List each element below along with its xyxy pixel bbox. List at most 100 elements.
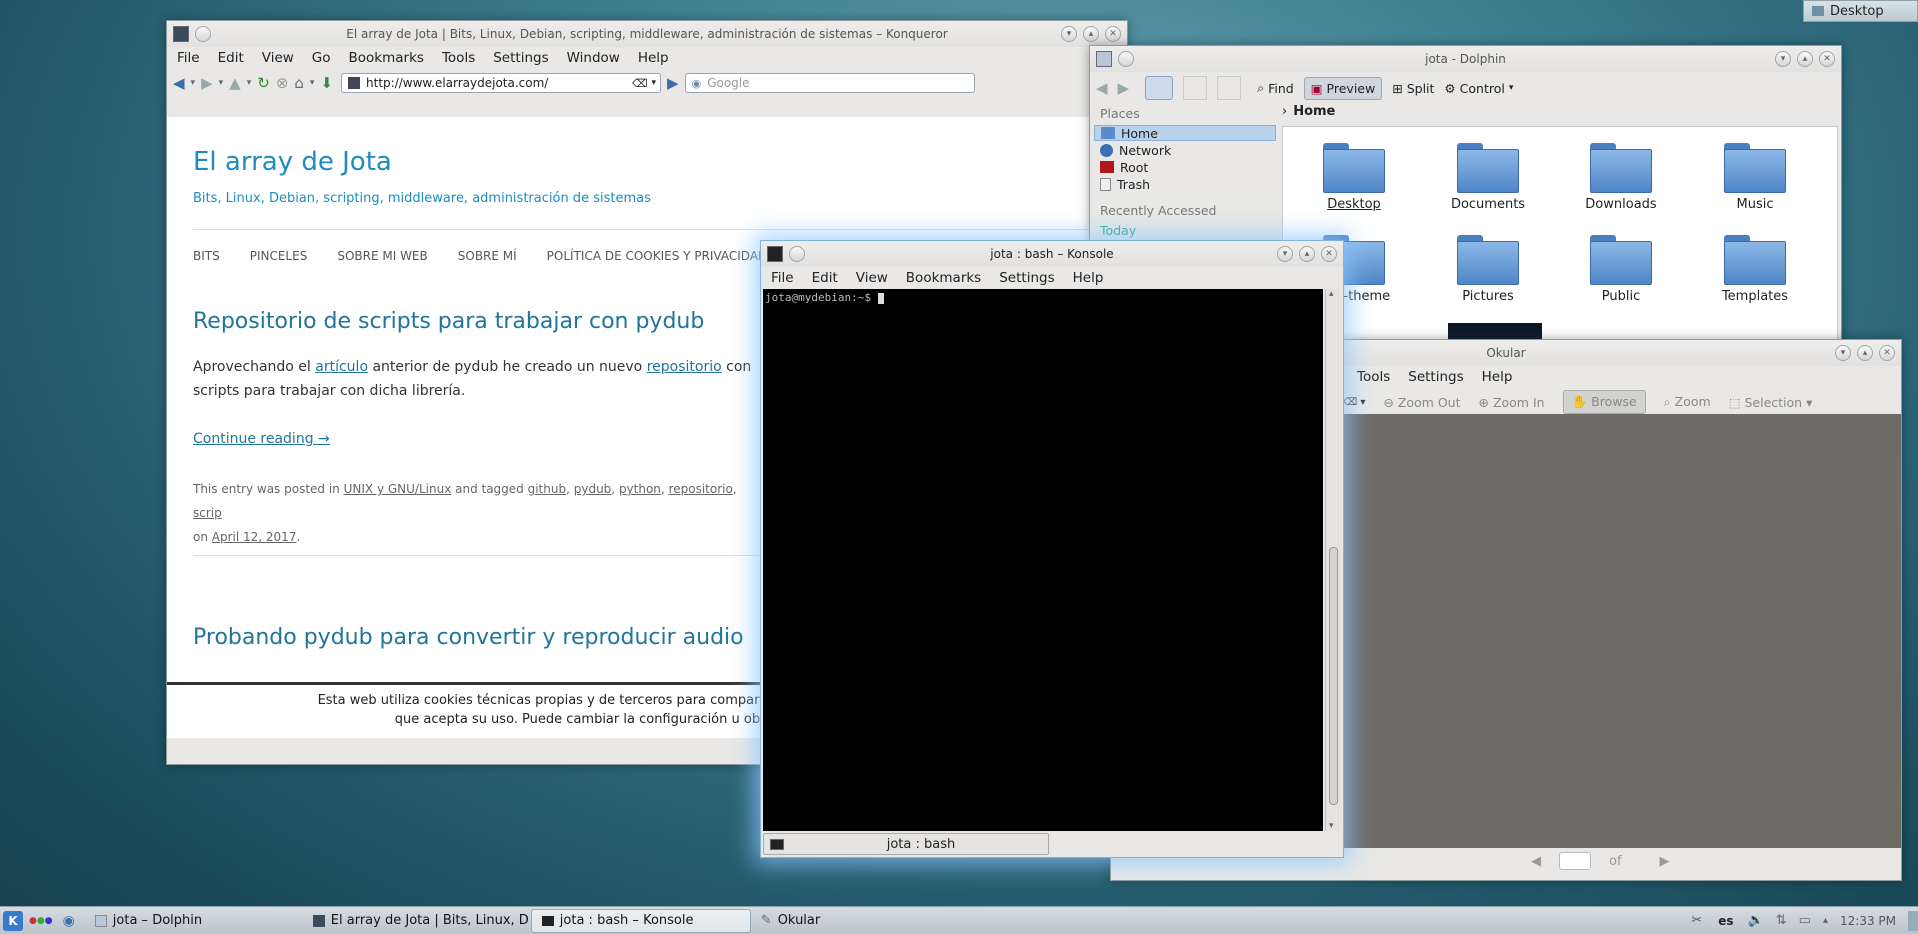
download-icon[interactable]: ⬇ xyxy=(320,74,333,92)
control-button[interactable]: ⚙ Control ▾ xyxy=(1444,81,1513,96)
terminal-area[interactable]: jota@mydebian:~$ xyxy=(763,289,1323,831)
folder-music[interactable]: Music xyxy=(1700,141,1810,212)
article-link[interactable]: artículo xyxy=(315,359,368,375)
menu-help[interactable]: Help xyxy=(638,50,669,66)
document-area[interactable] xyxy=(1343,414,1901,848)
terminal-tab[interactable]: jota : bash xyxy=(763,833,1049,855)
site-title[interactable]: El array de Jota xyxy=(193,147,392,177)
selection-button[interactable]: ⬚ Selection ▾ xyxy=(1729,395,1813,410)
tag-link[interactable]: github xyxy=(528,482,566,496)
post-title[interactable]: Probando pydub para convertir y reproduc… xyxy=(193,625,744,650)
minimize-icon[interactable]: ▾ xyxy=(1277,246,1293,262)
menu-go[interactable]: Go xyxy=(312,50,331,66)
place-network[interactable]: Network xyxy=(1094,142,1276,158)
keyboard-layout-indicator[interactable]: es xyxy=(1718,914,1733,928)
dolphin-titlebar[interactable]: jota - Dolphin ▾ ▴ ✕ xyxy=(1090,46,1841,72)
minimize-icon[interactable]: ▾ xyxy=(1835,345,1851,361)
pin-icon[interactable] xyxy=(195,26,211,42)
scroll-down-icon[interactable]: ▾ xyxy=(1329,821,1334,831)
desktop-button[interactable]: Desktop xyxy=(1803,0,1918,22)
nav-pinceles[interactable]: PINCELES xyxy=(250,249,308,263)
volume-icon[interactable]: 🔉 xyxy=(1748,913,1764,928)
stop-icon[interactable]: ⊗ xyxy=(276,74,289,92)
next-page-icon[interactable]: ▶ xyxy=(1660,854,1670,869)
menu-tools[interactable]: Tools xyxy=(442,50,475,66)
menu-edit[interactable]: Edit xyxy=(812,270,838,286)
place-trash[interactable]: Trash xyxy=(1094,176,1276,192)
terminal-scrollbar[interactable]: ▴ ▾ xyxy=(1325,289,1341,831)
pin-icon[interactable] xyxy=(1118,51,1134,67)
recent-today[interactable]: Today xyxy=(1094,222,1276,238)
menu-settings[interactable]: Settings xyxy=(493,50,548,66)
repo-link[interactable]: repositorio xyxy=(647,359,722,375)
task-konqueror[interactable]: El array de Jota | Bits, Linux, D xyxy=(303,909,531,933)
zoom-in-button[interactable]: ⊕ Zoom In xyxy=(1478,395,1544,410)
columns-view-button[interactable] xyxy=(1217,76,1242,100)
url-bar[interactable]: http://www.elarraydejota.com/ ⌫ ▾ xyxy=(341,73,662,93)
maximize-icon[interactable]: ▴ xyxy=(1083,26,1099,42)
nav-sobre-mi-web[interactable]: SOBRE MI WEB xyxy=(337,249,427,263)
nav-bits[interactable]: BITS xyxy=(193,249,220,263)
date-link[interactable]: April 12, 2017 xyxy=(212,530,297,544)
menu-help[interactable]: Help xyxy=(1073,270,1104,286)
menu-file[interactable]: File xyxy=(177,50,200,66)
close-icon[interactable]: ✕ xyxy=(1321,246,1337,262)
maximize-icon[interactable]: ▴ xyxy=(1299,246,1315,262)
menu-settings[interactable]: Settings xyxy=(1408,369,1463,385)
tag-link[interactable]: pydub xyxy=(574,482,612,496)
menu-window[interactable]: Window xyxy=(567,50,620,66)
task-konsole[interactable]: jota : bash – Konsole xyxy=(530,908,751,933)
menu-file[interactable]: File xyxy=(771,270,794,286)
close-icon[interactable]: ✕ xyxy=(1105,26,1121,42)
up-icon[interactable]: ▲ xyxy=(229,74,241,92)
icons-view-button[interactable] xyxy=(1145,76,1174,100)
minimize-icon[interactable]: ▾ xyxy=(1775,51,1791,67)
display-tray-icon[interactable]: ▭ xyxy=(1799,913,1811,928)
scrollbar-thumb[interactable] xyxy=(1329,547,1338,805)
nav-cookies[interactable]: POLÍTICA DE COOKIES Y PRIVACIDAD xyxy=(547,249,768,263)
maximize-icon[interactable]: ▴ xyxy=(1797,51,1813,67)
folder-public[interactable]: Public xyxy=(1566,233,1676,304)
menu-view[interactable]: View xyxy=(856,270,888,286)
folder-documents[interactable]: Documents xyxy=(1433,141,1543,212)
nav-sobre-mi[interactable]: SOBRE MÍ xyxy=(458,249,517,263)
place-home[interactable]: Home xyxy=(1094,125,1276,141)
pin-icon[interactable] xyxy=(789,246,805,262)
menu-view[interactable]: View xyxy=(262,50,294,66)
zoom-button[interactable]: ⌕ Zoom xyxy=(1664,394,1711,410)
place-root[interactable]: Root xyxy=(1094,159,1276,175)
menu-tools[interactable]: Tools xyxy=(1357,369,1390,385)
close-icon[interactable]: ✕ xyxy=(1879,345,1895,361)
search-bar[interactable]: ◉ Google xyxy=(684,73,975,93)
breadcrumb[interactable]: › Home xyxy=(1282,104,1335,119)
tag-link[interactable]: scrip xyxy=(193,506,222,520)
zoom-select[interactable]: ⌫ ▾ xyxy=(1343,397,1365,408)
menu-bookmarks[interactable]: Bookmarks xyxy=(349,50,424,66)
previous-page-icon[interactable]: ◀ xyxy=(1531,854,1541,869)
clear-url-icon[interactable]: ⌫ xyxy=(632,77,648,90)
folder-downloads[interactable]: Downloads xyxy=(1566,141,1676,212)
folder-pictures[interactable]: Pictures xyxy=(1433,233,1543,304)
menu-help[interactable]: Help xyxy=(1482,369,1513,385)
konqueror-titlebar[interactable]: El array de Jota | Bits, Linux, Debian, … xyxy=(167,21,1127,47)
kde-menu-icon[interactable]: K xyxy=(3,910,23,931)
notifications-icon[interactable]: ▴ xyxy=(1823,915,1828,926)
close-icon[interactable]: ✕ xyxy=(1819,51,1835,67)
go-icon[interactable]: ▶ xyxy=(667,74,679,92)
find-button[interactable]: ⌕ Find xyxy=(1257,80,1294,96)
post-title[interactable]: Repositorio de scripts para trabajar con… xyxy=(193,309,704,334)
folder-templates[interactable]: Templates xyxy=(1700,233,1810,304)
activities-icon[interactable]: ●●● xyxy=(29,916,53,926)
menu-edit[interactable]: Edit xyxy=(218,50,244,66)
network-tray-icon[interactable]: ⇅ xyxy=(1776,913,1787,928)
reload-icon[interactable]: ↻ xyxy=(257,74,270,92)
url-dropdown-icon[interactable]: ▾ xyxy=(652,78,657,88)
home-icon[interactable]: ⌂ xyxy=(294,74,304,92)
menu-settings[interactable]: Settings xyxy=(999,270,1054,286)
clock[interactable]: 12:33 PM xyxy=(1840,914,1896,928)
tag-link[interactable]: repositorio xyxy=(669,482,733,496)
continue-reading-link[interactable]: Continue reading → xyxy=(193,431,330,447)
preview-button[interactable]: ▣ Preview xyxy=(1303,76,1383,100)
split-button[interactable]: ⊞ Split xyxy=(1392,81,1434,96)
klipper-icon[interactable]: ✂ xyxy=(1691,913,1702,928)
